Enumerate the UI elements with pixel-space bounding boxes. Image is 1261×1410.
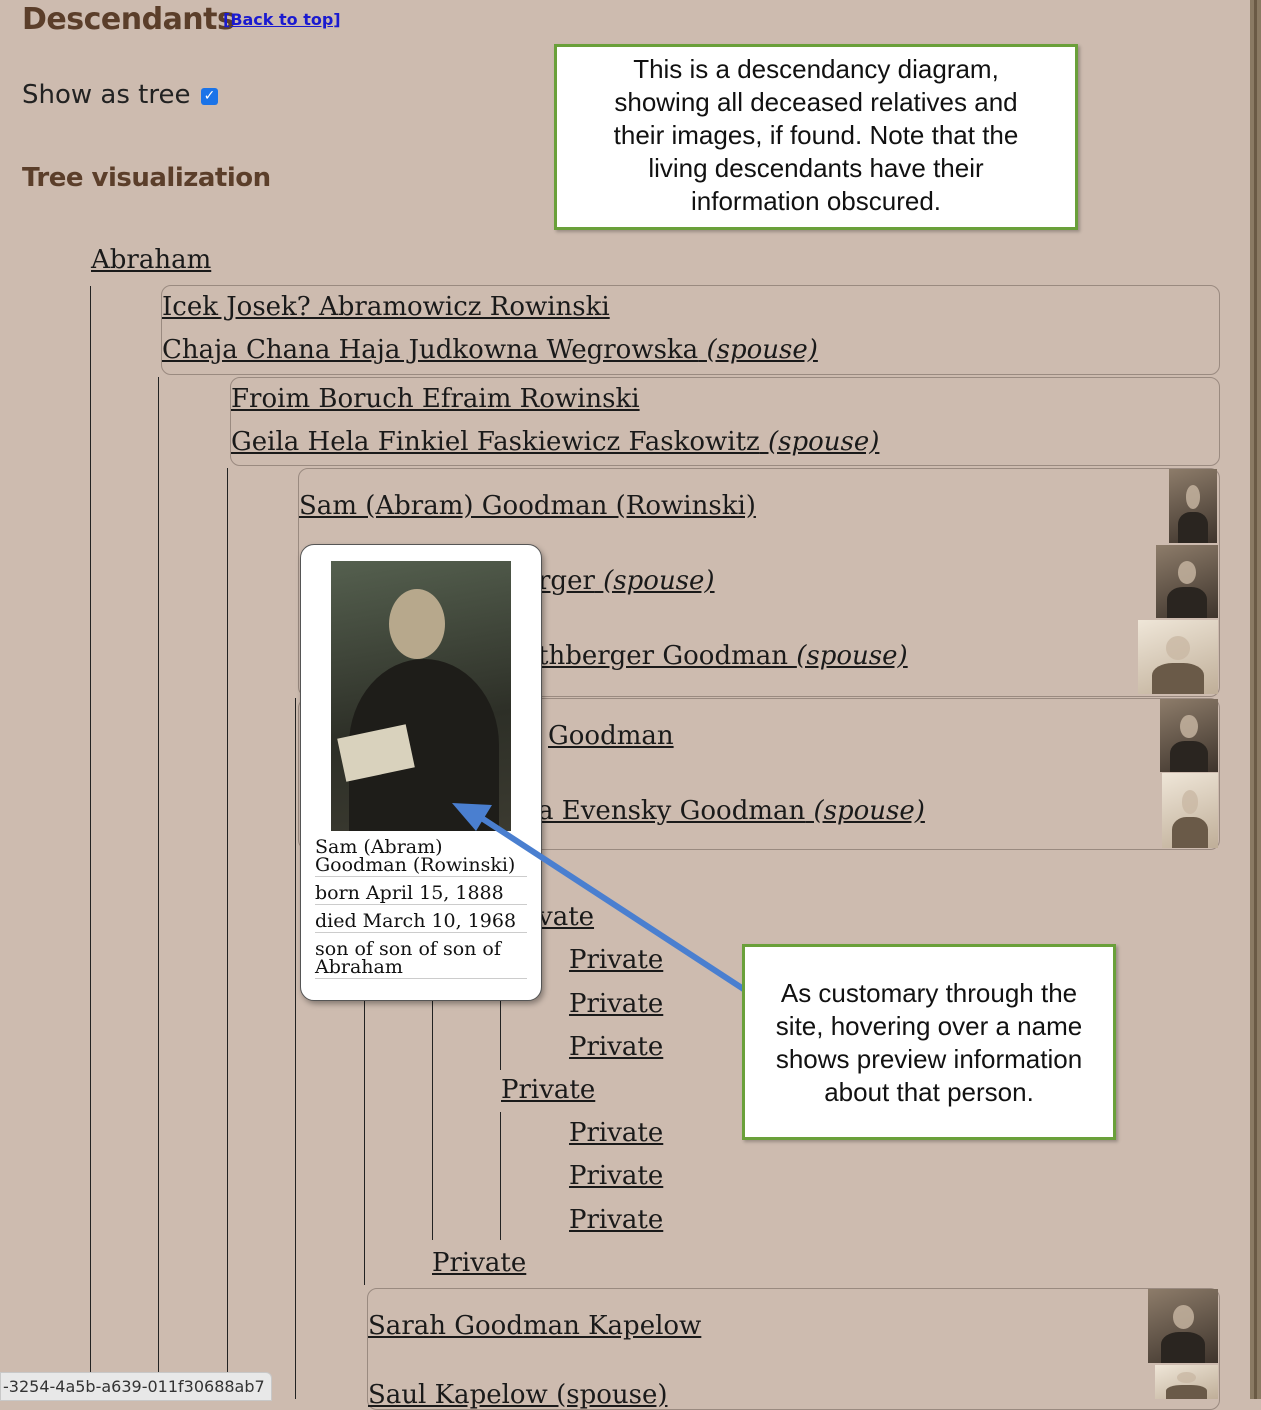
private-link[interactable]: Private <box>569 1118 663 1148</box>
show-as-tree-label: Show as tree <box>22 80 191 110</box>
callout-line: their images, if found. Note that the <box>613 120 1019 150</box>
callout-line: As customary through the <box>780 978 1078 1008</box>
tree-line <box>364 995 365 1285</box>
callout-arrow <box>452 803 748 993</box>
person-goodman-child-link[interactable]: Goodman <box>548 721 674 751</box>
person-icek-link[interactable]: Icek Josek? Abramowicz Rowinski <box>162 292 610 322</box>
descendancy-info-callout: This is a descendancy diagram, showing a… <box>554 44 1078 230</box>
person-sarah-link[interactable]: Sarah Goodman Kapelow <box>368 1311 701 1341</box>
private-link[interactable]: Private <box>569 1032 663 1062</box>
person-froim-link[interactable]: Froim Boruch Efraim Rowinski <box>231 384 640 414</box>
tree-line <box>295 698 296 1399</box>
hover-info-callout: As customary through the site, hovering … <box>742 944 1116 1140</box>
tree-line <box>158 377 159 1399</box>
tree-line <box>90 286 91 1399</box>
private-link[interactable]: Private <box>569 1205 663 1235</box>
spouse-1-thumbnail[interactable] <box>1156 545 1218 618</box>
sarah-thumbnail[interactable] <box>1148 1289 1218 1363</box>
callout-line: showing all deceased relatives and <box>614 87 1018 117</box>
sam-thumbnail[interactable] <box>1169 469 1217 543</box>
tree-line <box>227 468 228 1399</box>
spouse-chaja-link[interactable]: Chaja Chana Haja Judkowna Wegrowska (spo… <box>162 335 818 365</box>
browser-status-bar: -3254-4a5b-a639-011f30688ab7 <box>0 1372 272 1401</box>
spouse-saul-link[interactable]: Saul Kapelow (spouse) <box>368 1380 667 1410</box>
callout-line: living descendants have their <box>648 153 984 183</box>
spouse-geila-link[interactable]: Geila Hela Finkiel Faskiewicz Faskowitz … <box>231 427 879 457</box>
tree-line <box>500 1112 501 1240</box>
tree-visualization-heading: Tree visualization <box>22 163 271 193</box>
person-sam-link[interactable]: Sam (Abram) Goodman (Rowinski) <box>299 491 756 521</box>
saul-thumbnail[interactable] <box>1155 1365 1218 1399</box>
spouse-2-link[interactable]: thberger Goodman (spouse) <box>538 641 908 671</box>
evensky-thumbnail[interactable] <box>1162 773 1218 848</box>
show-as-tree-checkbox[interactable]: ✓ <box>201 88 218 105</box>
private-link[interactable]: Private <box>432 1248 526 1278</box>
callout-line: This is a descendancy diagram, <box>633 54 999 84</box>
spouse-2-thumbnail[interactable] <box>1138 620 1218 694</box>
spouse-1-link[interactable]: rger (spouse) <box>538 566 715 596</box>
back-to-top-link[interactable]: [Back to top] <box>223 10 341 29</box>
callout-line: information obscured. <box>690 186 942 216</box>
descendants-heading: Descendants <box>22 2 235 37</box>
callout-line: shows preview information <box>775 1044 1083 1074</box>
callout-line: about that person. <box>824 1077 1034 1107</box>
tree-line <box>432 995 433 1240</box>
sam-portrait-photo <box>331 561 511 831</box>
person-abraham-link[interactable]: Abraham <box>91 245 211 275</box>
goodman-child-thumbnail[interactable] <box>1160 699 1218 772</box>
private-link[interactable]: Private <box>501 1075 595 1105</box>
page-right-border-shade <box>1254 0 1257 1399</box>
callout-line: site, hovering over a name <box>775 1011 1083 1041</box>
private-link[interactable]: Private <box>569 1161 663 1191</box>
tree-line <box>500 995 501 1070</box>
